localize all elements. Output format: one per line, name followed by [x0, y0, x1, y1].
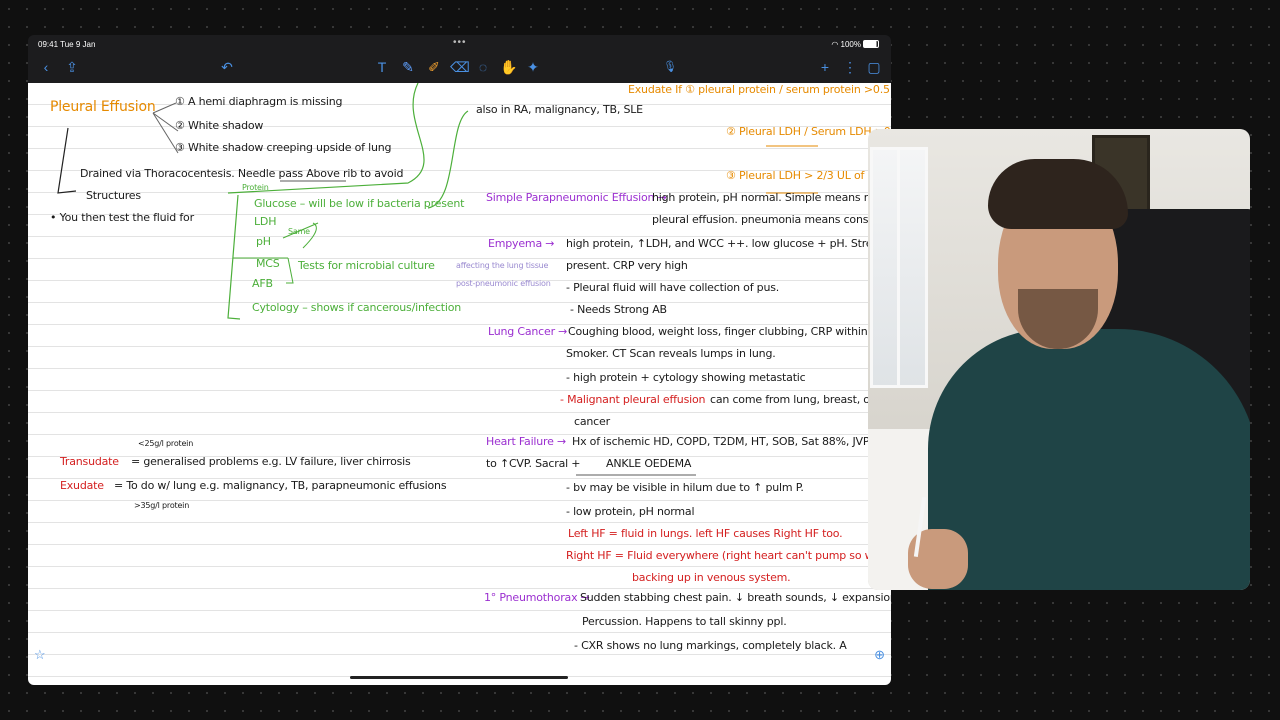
heading-heart-failure: Heart Failure →: [486, 435, 567, 448]
note-line: AFB: [252, 277, 273, 290]
note-line: Right HF = Fluid everywhere (right heart…: [566, 549, 891, 562]
note-line: Coughing blood, weight loss, finger club…: [568, 325, 868, 338]
highlighter-icon[interactable]: ✐: [426, 59, 442, 75]
note-line: Protein: [242, 183, 269, 192]
person-hair-shape: [988, 159, 1128, 229]
note-line: Exudate If ① pleural protein / serum pro…: [628, 83, 890, 96]
note-line: - Pleural fluid will have collection of …: [566, 281, 780, 294]
note-line: - CXR shows no lung markings, completely…: [574, 639, 847, 652]
eraser-icon[interactable]: ⌫: [450, 59, 470, 75]
note-line: Left HF = fluid in lungs. left HF causes…: [568, 527, 843, 540]
note-line: high protein, ↑LDH, and WCC ++. low gluc…: [566, 237, 880, 250]
note-line: Drained via Thoracocentesis. Needle pass…: [80, 167, 404, 180]
note-line: pH: [256, 235, 271, 248]
share-icon[interactable]: ⇪: [64, 59, 80, 75]
note-line: ANKLE OEDEMA: [606, 457, 692, 470]
note-line: - bv may be visible in hilum due to ↑ pu…: [566, 481, 804, 494]
home-indicator[interactable]: [350, 676, 568, 679]
wifi-icon: ◠: [831, 40, 839, 49]
note-line: - Malignant pleural effusion: [560, 393, 706, 406]
window-shape: [870, 147, 928, 388]
status-bar: 09:41 Tue 9 Jan ••• ◠ 100%: [28, 35, 891, 53]
favorite-star-icon[interactable]: ☆: [34, 647, 46, 663]
pen-tool-icon[interactable]: ✎: [400, 59, 416, 75]
note-line: Same: [288, 227, 310, 236]
note-line: <25g/l protein: [138, 439, 194, 448]
note-line: Smoker. CT Scan reveals lumps in lung.: [566, 347, 776, 360]
note-line: Cytology – shows if cancerous/infection: [252, 301, 462, 314]
back-chevron[interactable]: ‹: [38, 59, 54, 75]
note-line: - low protein, pH normal: [566, 505, 695, 518]
note-line: can come from lung, breast, ovarian: [710, 393, 891, 406]
undo-icon[interactable]: ↶: [219, 59, 235, 75]
note-line: high protein, pH normal. Simple means no: [652, 191, 878, 204]
note-line: • You then test the fluid for: [50, 211, 194, 224]
note-line: ③ White shadow creeping upside of lung: [175, 141, 392, 154]
add-page-icon[interactable]: +: [817, 59, 833, 75]
label-transudate: Transudate: [60, 455, 119, 468]
multitasking-dots[interactable]: •••: [453, 37, 467, 48]
lasso-icon[interactable]: ◌: [475, 59, 491, 75]
note-line: affecting the lung tissue: [456, 261, 549, 270]
note-line: = To do w/ lung e.g. malignancy, TB, par…: [114, 479, 447, 492]
note-line: backing up in venous system.: [632, 571, 791, 584]
note-line: Glucose – will be low if bacteria presen…: [254, 197, 465, 210]
shapes-icon[interactable]: ✋: [500, 59, 517, 75]
person-body-shape: [928, 329, 1250, 590]
note-line: also in RA, malignancy, TB, SLE: [476, 103, 643, 116]
heading-pleural-effusion: Pleural Effusion: [50, 99, 156, 115]
note-line: - high protein + cytology showing metast…: [566, 371, 806, 384]
text-tool-icon[interactable]: T: [374, 59, 390, 75]
note-line: pleural effusion. pneumonia means consol…: [652, 213, 891, 226]
notes-toolbar: ‹ ⇪ ↶ T ✎ ✐ ⌫ ◌ ✋ ✦ 🎙 + ⋮ ▢: [28, 53, 891, 83]
more-icon[interactable]: ⋮: [842, 59, 858, 75]
note-line: ① A hemi diaphragm is missing: [175, 95, 343, 108]
heading-pneumothorax: 1° Pneumothorax →: [484, 591, 590, 604]
microphone-icon[interactable]: 🎙: [662, 59, 678, 75]
note-line: present. CRP very high: [566, 259, 688, 272]
note-line: Hx of ischemic HD, COPD, T2DM, HT, SOB, …: [572, 435, 879, 448]
status-time: 09:41 Tue 9 Jan: [38, 40, 96, 49]
note-line: to ↑CVP. Sacral +: [486, 457, 581, 470]
heading-simple-parapneumonic: Simple Parapneumonic Effusion →: [486, 191, 667, 204]
note-line: ② Pleural LDH / Serum LDH >0.6: [726, 125, 891, 138]
note-line: >35g/l protein: [134, 501, 190, 510]
note-line: Structures: [86, 189, 141, 202]
note-line: LDH: [254, 215, 277, 228]
ipad-screen: 09:41 Tue 9 Jan ••• ◠ 100% ‹ ⇪ ↶ T ✎ ✐ ⌫…: [28, 35, 891, 685]
note-line: = generalised problems e.g. LV failure, …: [131, 455, 411, 468]
pages-icon[interactable]: ▢: [866, 59, 882, 75]
note-line: ③ Pleural LDH > 2/3 UL of no: [726, 169, 881, 182]
note-line: - Needs Strong AB: [570, 303, 667, 316]
webcam-overlay: [868, 129, 1250, 590]
heading-empyema: Empyema →: [488, 237, 555, 250]
label-exudate: Exudate: [60, 479, 104, 492]
note-line: Sudden stabbing chest pain. ↓ breath sou…: [580, 591, 891, 604]
note-line: cancer: [574, 415, 610, 428]
zoom-icon[interactable]: ⊕: [874, 647, 885, 663]
note-line: Tests for microbial culture: [298, 259, 435, 272]
heading-lung-cancer: Lung Cancer →: [488, 325, 568, 338]
note-page[interactable]: Pleural Effusion ① A hemi diaphragm is m…: [28, 83, 891, 685]
pointer-icon[interactable]: ✦: [525, 59, 541, 75]
note-line: post-pneumonic effusion: [456, 279, 551, 288]
battery-icon: [863, 40, 879, 48]
note-line: MCS: [256, 257, 280, 270]
status-right: ◠ 100%: [831, 40, 879, 49]
note-line: Percussion. Happens to tall skinny ppl.: [582, 615, 787, 628]
note-line: ② White shadow: [175, 119, 264, 132]
